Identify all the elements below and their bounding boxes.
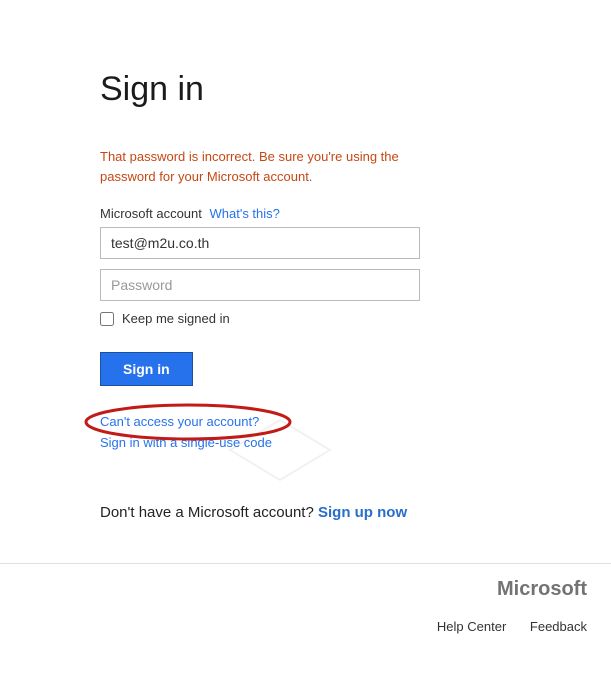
error-message: That password is incorrect. Be sure you'…: [100, 147, 420, 186]
account-label: Microsoft account: [100, 206, 202, 221]
help-center-link[interactable]: Help Center: [437, 619, 506, 634]
whats-this-link[interactable]: What's this?: [210, 206, 280, 221]
cant-access-link[interactable]: Can't access your account?: [100, 414, 528, 429]
brand-logo: Microsoft: [0, 578, 587, 601]
keep-signed-label: Keep me signed in: [122, 311, 230, 326]
keep-signed-checkbox[interactable]: [100, 312, 114, 326]
sign-in-button[interactable]: Sign in: [100, 352, 193, 386]
password-field[interactable]: [100, 269, 420, 301]
single-use-code-link[interactable]: Sign in with a single-use code: [100, 435, 528, 450]
feedback-link[interactable]: Feedback: [530, 619, 587, 634]
no-account-text: Don't have a Microsoft account?: [100, 504, 318, 521]
email-field[interactable]: [100, 227, 420, 259]
page-title: Sign in: [100, 70, 528, 109]
sign-up-link[interactable]: Sign up now: [318, 504, 407, 521]
